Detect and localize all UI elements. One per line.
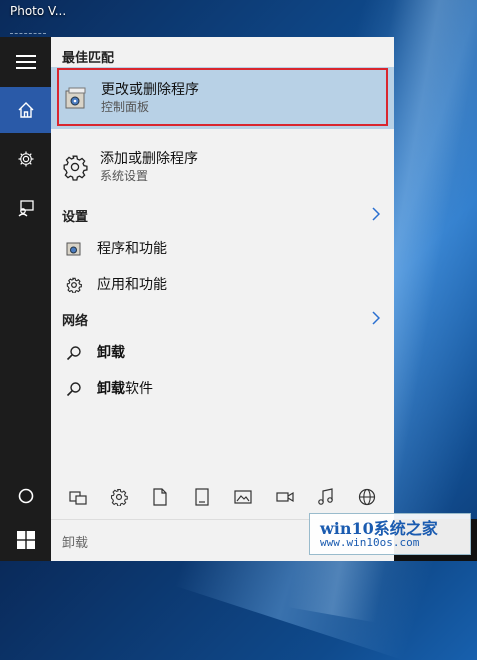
web-expand-chevron-icon[interactable]	[372, 311, 380, 325]
web-icon[interactable]	[355, 485, 379, 509]
best-match-header: 最佳匹配	[62, 51, 115, 66]
search-icon	[61, 340, 87, 366]
start-menu-rail	[0, 37, 51, 519]
gear-icon	[61, 272, 87, 298]
web-result-uninstall-software-label: 卸载软件	[97, 380, 153, 398]
document-icon[interactable]	[148, 485, 172, 509]
web-result-query-rest: 软件	[125, 381, 153, 397]
add-remove-programs-title: 添加或删除程序	[100, 151, 198, 167]
programs-features-label: 程序和功能	[97, 241, 167, 257]
music-icon[interactable]	[314, 485, 338, 509]
rail-settings-button[interactable]	[0, 136, 51, 182]
apps-features-label: 应用和功能	[97, 277, 167, 293]
search-query: 卸载	[62, 536, 89, 551]
programs-icon	[61, 236, 87, 262]
apps-icon[interactable]	[66, 485, 90, 509]
add-remove-programs-subtitle: 系统设置	[100, 169, 149, 183]
gear-icon	[18, 151, 33, 167]
watermark: win10系统之家 www.win10os.com	[309, 513, 471, 555]
web-section-header[interactable]: 网络	[62, 310, 88, 329]
watermark-url: www.win10os.com	[320, 536, 420, 549]
settings-section-header[interactable]: 设置	[62, 206, 88, 225]
gear-icon	[62, 154, 88, 181]
settings-expand-chevron-icon[interactable]	[372, 207, 380, 221]
rail-home-button[interactable]	[0, 87, 51, 133]
desktop-selection-divider	[10, 33, 46, 34]
hamburger-icon	[15, 55, 36, 69]
programs-features-item[interactable]: 程序和功能	[51, 234, 394, 264]
folder-icon[interactable]	[190, 485, 214, 509]
desktop-app-label[interactable]: Photo V...	[10, 4, 66, 18]
best-match-highlight-outline	[57, 68, 388, 126]
feedback-icon	[18, 200, 34, 217]
apps-features-item[interactable]: 应用和功能	[51, 270, 394, 300]
settings-icon[interactable]	[107, 485, 131, 509]
web-result-query-match: 卸载	[97, 381, 125, 397]
rail-feedback-button[interactable]	[0, 185, 51, 231]
menu-expand-button[interactable]	[0, 39, 51, 85]
home-icon	[18, 102, 33, 118]
start-button[interactable]	[0, 519, 51, 561]
search-icon	[61, 376, 87, 402]
web-result-uninstall[interactable]: 卸载	[51, 338, 394, 368]
photo-icon[interactable]	[231, 485, 255, 509]
windows-logo-icon	[16, 531, 35, 549]
video-icon[interactable]	[273, 485, 297, 509]
power-icon	[18, 488, 33, 504]
web-result-uninstall-label: 卸载	[97, 345, 125, 361]
rail-power-button[interactable]	[0, 473, 51, 519]
web-result-uninstall-software[interactable]: 卸载软件	[51, 374, 394, 404]
add-remove-programs-result[interactable]: 添加或删除程序 系统设置	[51, 141, 394, 193]
